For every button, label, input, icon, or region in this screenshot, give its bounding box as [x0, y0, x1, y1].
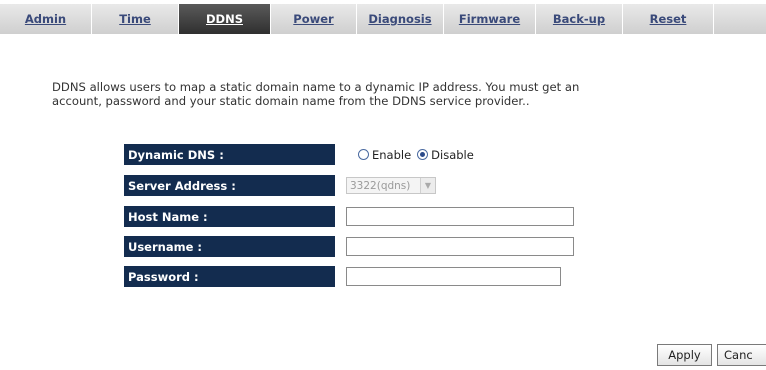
tab-label: Diagnosis: [368, 12, 432, 26]
password-row: Password :: [124, 266, 561, 287]
host-name-input[interactable]: [346, 207, 574, 226]
disable-option-label[interactable]: Disable: [431, 148, 474, 162]
host-name-control: [346, 206, 574, 227]
server-address-label: Server Address :: [124, 175, 335, 196]
dynamic-dns-row: Dynamic DNS : Enable Disable: [124, 144, 474, 165]
dynamic-dns-disable-radio[interactable]: [417, 149, 429, 160]
dynamic-dns-control: Enable Disable: [358, 144, 480, 165]
tab-label: Back-up: [552, 12, 606, 26]
tab-diagnosis[interactable]: Diagnosis: [357, 4, 444, 34]
username-row: Username :: [124, 236, 574, 257]
tab-firmware[interactable]: Firmware: [444, 4, 536, 34]
tab-label: Power: [293, 12, 334, 26]
username-input[interactable]: [346, 237, 574, 256]
username-control: [346, 236, 574, 257]
tab-ddns[interactable]: DDNS: [179, 4, 271, 34]
tab-label: Firmware: [458, 12, 521, 26]
enable-option-label[interactable]: Enable: [372, 148, 411, 162]
chevron-down-icon[interactable]: ▼: [420, 178, 435, 193]
server-address-row: Server Address : 3322(qdns) ▼: [124, 175, 436, 196]
dynamic-dns-radio-group: Enable Disable: [358, 148, 480, 162]
tab-label: Reset: [649, 12, 687, 26]
dynamic-dns-enable-radio[interactable]: [358, 149, 369, 160]
password-label: Password :: [124, 266, 335, 287]
server-address-control: 3322(qdns) ▼: [346, 175, 436, 196]
password-input[interactable]: [346, 267, 561, 286]
tab-bar: Admin Time DDNS Power Diagnosis Firmware…: [0, 4, 766, 34]
tab-reset[interactable]: Reset: [623, 4, 714, 34]
tab-back-up[interactable]: Back-up: [536, 4, 623, 34]
ddns-description: DDNS allows users to map a static domain…: [52, 80, 580, 108]
tab-bar-filler: [714, 4, 766, 34]
server-address-selected: 3322(qdns): [350, 179, 411, 192]
username-label: Username :: [124, 236, 335, 257]
tab-label: DDNS: [206, 12, 243, 26]
tab-admin[interactable]: Admin: [0, 4, 92, 34]
cancel-button[interactable]: Canc: [717, 344, 766, 366]
tab-label: Admin: [24, 12, 67, 26]
host-name-row: Host Name :: [124, 206, 574, 227]
apply-button[interactable]: Apply: [657, 344, 712, 366]
dynamic-dns-label: Dynamic DNS :: [124, 144, 335, 165]
host-name-label: Host Name :: [124, 206, 335, 227]
password-control: [346, 266, 561, 287]
tab-time[interactable]: Time: [92, 4, 179, 34]
server-address-select[interactable]: 3322(qdns) ▼: [346, 177, 436, 194]
tab-label: Time: [119, 12, 151, 26]
tab-power[interactable]: Power: [271, 4, 357, 34]
